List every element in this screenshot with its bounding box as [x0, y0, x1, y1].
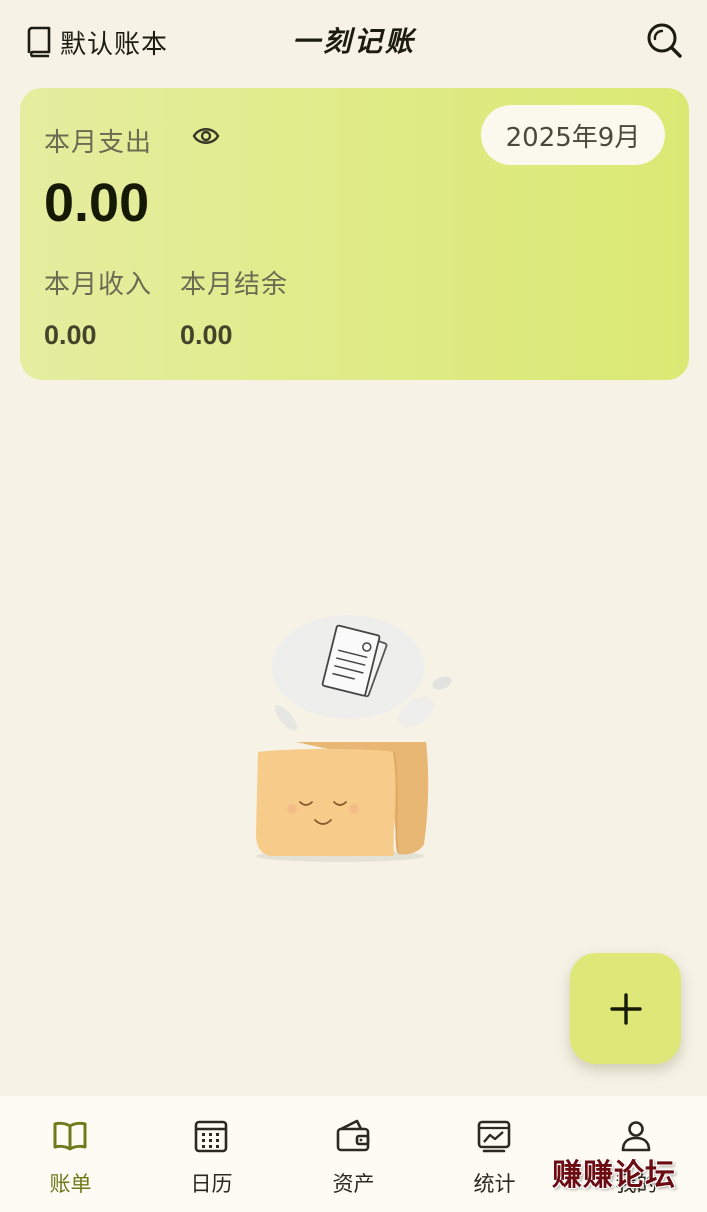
- wallet-icon: [336, 1119, 370, 1152]
- expense-amount: 0.00: [44, 173, 150, 233]
- tab-statistics[interactable]: 统计: [424, 1096, 565, 1212]
- tab-label: 账单: [49, 1172, 92, 1196]
- empty-wallet-illustration: [256, 615, 452, 862]
- income-label: 本月收入: [44, 270, 153, 300]
- calendar-icon: [194, 1120, 228, 1153]
- tab-bills[interactable]: 账单: [0, 1096, 141, 1212]
- tab-label: 日历: [190, 1172, 233, 1196]
- chart-icon: [477, 1120, 511, 1153]
- book-icon: [27, 26, 51, 58]
- add-record-button[interactable]: [570, 953, 681, 1064]
- ledger-switcher[interactable]: 默认账本: [26, 22, 168, 62]
- search-icon[interactable]: [644, 20, 684, 60]
- person-icon: [621, 1121, 651, 1152]
- tab-label: 统计: [473, 1172, 516, 1196]
- ledger-name: 默认账本: [60, 29, 169, 60]
- eye-icon[interactable]: [192, 124, 220, 148]
- tab-label: 我的: [615, 1172, 658, 1196]
- income-amount: 0.00: [44, 320, 97, 350]
- app-title: 一刻记账: [291, 25, 416, 58]
- tab-profile[interactable]: 我的: [566, 1096, 707, 1212]
- balance-amount: 0.00: [180, 320, 233, 350]
- monthly-summary-card: 本月支出 2025年9月 0.00 本月收入 本月结余 0.00 0.00: [20, 88, 689, 380]
- tab-label: 资产: [332, 1172, 375, 1196]
- open-book-icon: [53, 1121, 87, 1151]
- top-bar: 默认账本 一刻记账: [0, 0, 707, 84]
- expense-label: 本月支出: [44, 128, 153, 158]
- plus-icon: [609, 992, 642, 1025]
- tab-calendar[interactable]: 日历: [141, 1096, 282, 1212]
- bottom-navigation: 账单 日历 资产 统计 我的: [0, 1096, 707, 1212]
- tab-assets[interactable]: 资产: [283, 1096, 424, 1212]
- month-selector[interactable]: 2025年9月: [481, 105, 665, 165]
- balance-label: 本月结余: [180, 270, 289, 300]
